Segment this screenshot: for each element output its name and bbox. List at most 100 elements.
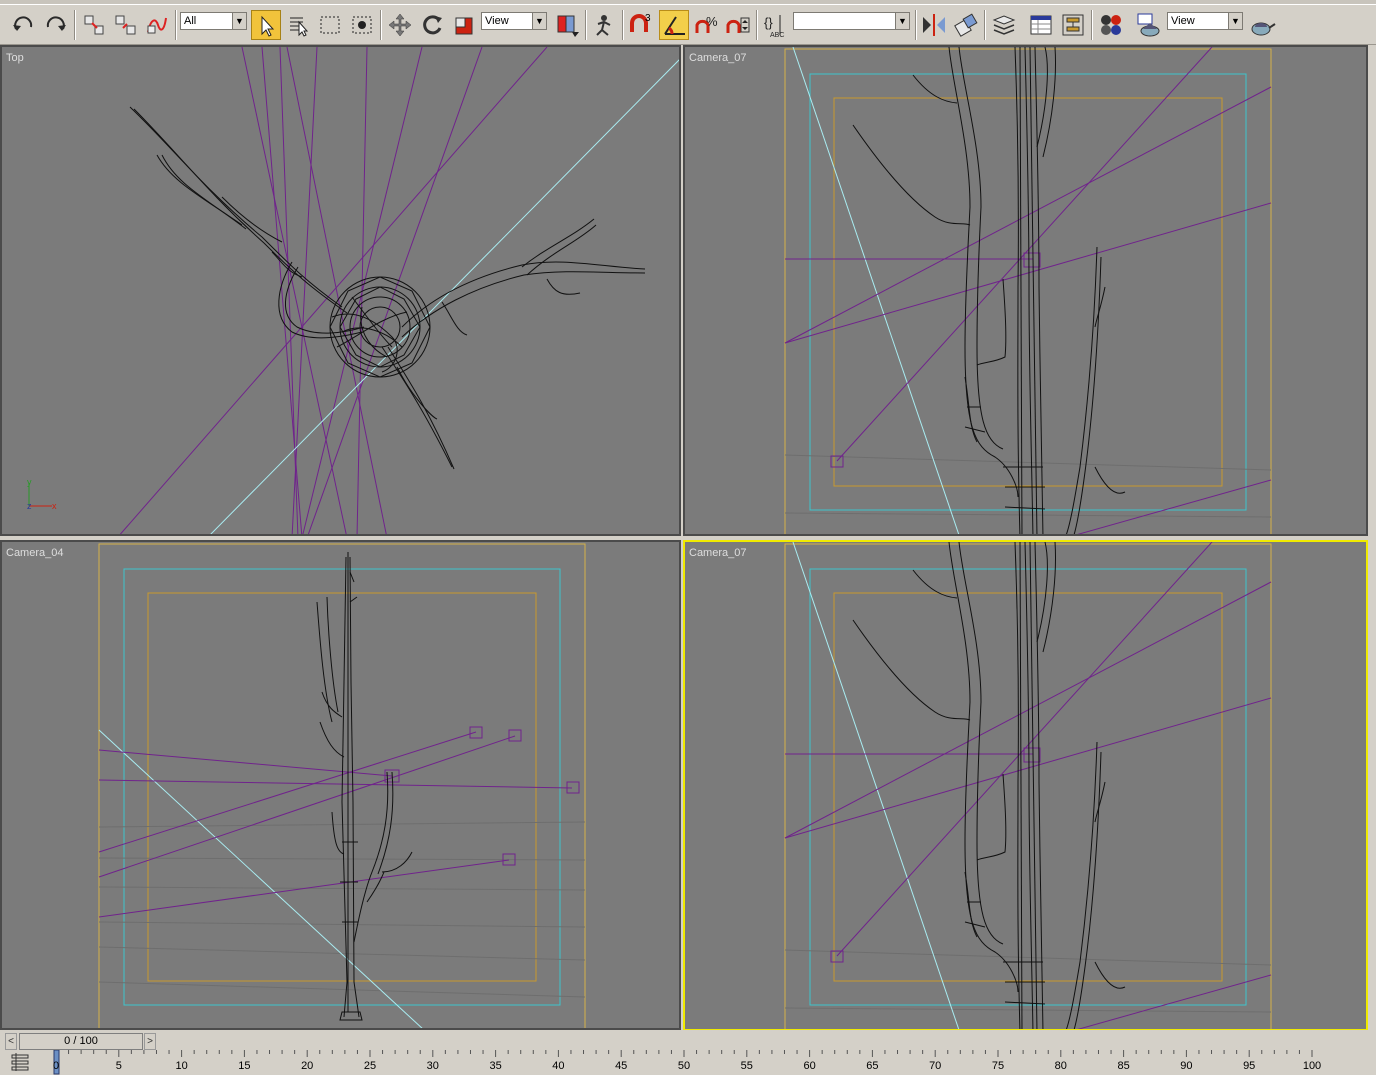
toolbar-separator	[1091, 10, 1093, 40]
frame-tick-label: 35	[489, 1060, 502, 1072]
toolbar-separator	[984, 10, 986, 40]
spinner-snap-icon[interactable]	[723, 10, 753, 40]
frame-tick-label: 25	[363, 1060, 377, 1072]
use-pivot-center-icon[interactable]	[552, 10, 582, 40]
layer-manager-icon[interactable]	[989, 10, 1019, 40]
frame-tick-label: 100	[1302, 1060, 1322, 1072]
svg-text:3: 3	[645, 13, 651, 24]
chevron-down-icon: ▼	[1228, 13, 1242, 29]
select-rotate-icon[interactable]	[417, 10, 447, 40]
toolbar-separator	[380, 10, 382, 40]
bind-space-warp-icon[interactable]	[142, 10, 172, 40]
frame-tick-label: 40	[552, 1060, 565, 1072]
render-view-dropdown[interactable]: View ▼	[1167, 12, 1243, 30]
svg-text:ABC: ABC	[770, 32, 784, 39]
svg-text:y: y	[27, 477, 32, 487]
tree-wireframe	[129, 106, 646, 470]
selection-filter-dropdown[interactable]: All ▼	[180, 12, 247, 30]
toolbar-separator	[585, 10, 587, 40]
viewport-top[interactable]: y x z Top	[0, 45, 681, 536]
frame-tick-label: 65	[866, 1060, 879, 1072]
selection-filter-value: All	[184, 15, 197, 27]
frame-tick-label: 95	[1243, 1060, 1256, 1072]
track-bar-toggle-icon[interactable]	[10, 1053, 30, 1071]
frame-tick-label: 15	[238, 1060, 251, 1072]
chevron-down-icon: ▼	[532, 13, 546, 29]
align-icon[interactable]	[951, 10, 981, 40]
light-gizmo	[1023, 747, 1041, 763]
window-crossing-icon[interactable]	[347, 10, 377, 40]
curve-editor-icon[interactable]	[1026, 10, 1056, 40]
frame-tick-label: 10	[175, 1060, 188, 1072]
viewport-label[interactable]: Camera_07	[689, 52, 746, 64]
select-move-icon[interactable]	[385, 10, 415, 40]
quick-render-icon[interactable]	[1247, 10, 1277, 40]
viewport-label[interactable]: Camera_07	[689, 547, 746, 559]
camera-line	[210, 59, 679, 534]
tree-wireframe	[852, 47, 1126, 534]
camera-07-upper-scene	[784, 47, 1272, 534]
camera-line	[792, 47, 960, 534]
rectangular-region-icon[interactable]	[315, 10, 345, 40]
chevron-down-icon: ▼	[232, 13, 246, 29]
time-slider-thumb[interactable]: 0 / 100	[19, 1033, 143, 1050]
time-slider[interactable]: < 0 / 100 >	[5, 1033, 156, 1050]
snap-3d-icon[interactable]: 3	[626, 10, 656, 40]
toolbar-separator	[756, 10, 758, 40]
axis-tripod: y x z	[27, 477, 57, 511]
schematic-view-icon[interactable]	[1058, 10, 1088, 40]
manipulate-icon[interactable]	[589, 10, 619, 40]
frame-tick-label: 55	[740, 1060, 753, 1072]
frame-tick-label: 90	[1180, 1060, 1193, 1072]
percent-snap-icon[interactable]: %	[691, 10, 721, 40]
frame-tick-label: 60	[803, 1060, 816, 1072]
svg-text:z: z	[27, 501, 32, 511]
viewport-label[interactable]: Camera_04	[6, 547, 63, 559]
frame-tick-label: 45	[615, 1060, 628, 1072]
chevron-down-icon: ▼	[895, 13, 909, 29]
mirror-icon[interactable]	[919, 10, 949, 40]
undo-icon[interactable]	[9, 10, 39, 40]
named-selection-dropdown[interactable]: ▼	[793, 12, 910, 30]
frame-tick-label: 70	[929, 1060, 942, 1072]
angle-snap-icon[interactable]	[659, 10, 689, 40]
previous-frame-button[interactable]: <	[5, 1033, 17, 1050]
next-frame-button[interactable]: >	[144, 1033, 156, 1050]
reference-coord-value: View	[485, 15, 509, 27]
title-strip	[0, 0, 1376, 5]
toolbar-separator	[175, 10, 177, 40]
camera-line	[792, 542, 960, 1029]
frame-tick-label: 20	[301, 1060, 314, 1072]
render-scene-icon[interactable]	[1134, 10, 1164, 40]
toolbar-separator	[622, 10, 624, 40]
track-bar[interactable]: 0 5 10 15 20 25 30 35 40 45 50 55 60 65 70 75 80 85 90 95 10…	[0, 1050, 1376, 1075]
select-object-icon[interactable]	[251, 10, 281, 40]
camera-04-scene	[98, 543, 586, 1028]
light-gizmo	[830, 455, 844, 468]
svg-text:{}: {}	[764, 15, 773, 30]
select-by-name-icon[interactable]	[283, 10, 313, 40]
toolbar-separator	[915, 10, 917, 40]
viewport-camera-04[interactable]: Camera_04	[0, 540, 681, 1030]
material-editor-icon[interactable]	[1096, 10, 1126, 40]
viewport-camera-07-lower-active[interactable]: Camera_07	[683, 540, 1368, 1031]
frame-tick-label: 0	[52, 1060, 60, 1072]
viewport-camera-07-upper[interactable]: Camera_07	[683, 45, 1368, 536]
light-gizmo	[830, 950, 844, 963]
svg-text:%: %	[706, 14, 718, 29]
light-lines	[119, 47, 548, 534]
camera-07-lower-scene	[784, 542, 1272, 1029]
frame-tick-label: 5	[115, 1060, 122, 1072]
link-icon[interactable]	[80, 10, 110, 40]
frame-tick-label: 85	[1117, 1060, 1130, 1072]
named-selection-sets-icon[interactable]: {} ABC	[760, 10, 790, 40]
unlink-icon[interactable]	[111, 10, 141, 40]
top-view-scene: y x z	[27, 47, 679, 534]
frame-tick-label: 50	[677, 1060, 691, 1072]
ground-lines	[98, 821, 586, 998]
select-scale-icon[interactable]	[449, 10, 479, 40]
reference-coord-dropdown[interactable]: View ▼	[481, 12, 547, 30]
viewport-label[interactable]: Top	[6, 52, 24, 64]
frame-tick-label: 30	[426, 1060, 439, 1072]
redo-icon[interactable]	[40, 10, 70, 40]
